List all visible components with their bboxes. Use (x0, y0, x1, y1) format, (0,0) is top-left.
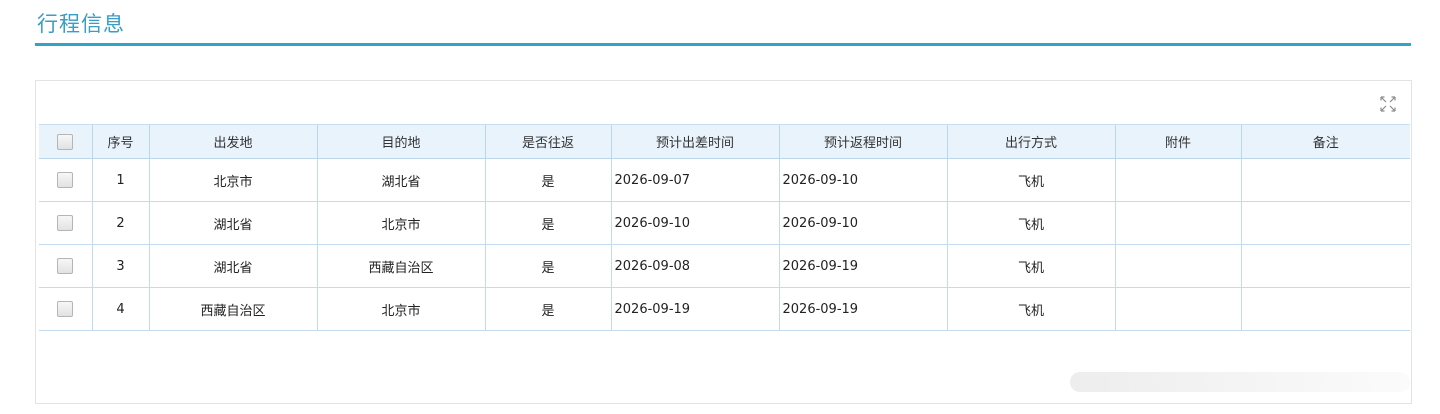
cell-to: 湖北省 (316, 158, 485, 202)
row-select-cell (39, 244, 92, 288)
cell-from: 西藏自治区 (148, 287, 317, 331)
cell-depart-date: 2026-09-08 (610, 244, 779, 288)
row-checkbox[interactable] (57, 258, 74, 274)
cell-return-date: 2026-09-10 (778, 158, 947, 202)
table-row[interactable]: 2 湖北省 北京市 是 2026-09-10 2026-09-10 飞机 (39, 201, 1410, 245)
select-all-cell (39, 124, 92, 159)
column-header[interactable]: 序号 (91, 124, 149, 159)
cell-round-trip: 是 (484, 158, 611, 202)
itinerary-page: 行程信息 序号 出发地 目的地 是否往返 预计出差时间 预计返程时间 出行方式 … (0, 0, 1440, 414)
cell-transport: 飞机 (946, 158, 1115, 202)
column-header[interactable]: 出发地 (148, 124, 317, 159)
cell-to: 北京市 (316, 287, 485, 331)
table-row[interactable]: 3 湖北省 西藏自治区 是 2026-09-08 2026-09-19 飞机 (39, 244, 1410, 288)
section-header: 行程信息 (35, 6, 1411, 46)
column-header[interactable]: 是否往返 (484, 124, 611, 159)
row-select-cell (39, 287, 92, 331)
cell-depart-date: 2026-09-10 (610, 201, 779, 245)
cell-remark (1240, 287, 1410, 331)
cell-attachment[interactable] (1114, 201, 1241, 245)
row-checkbox[interactable] (57, 172, 74, 188)
cell-index: 4 (91, 287, 149, 331)
cell-depart-date: 2026-09-19 (610, 287, 779, 331)
cell-round-trip: 是 (484, 287, 611, 331)
cell-index: 1 (91, 158, 149, 202)
column-header[interactable]: 附件 (1114, 124, 1241, 159)
cell-round-trip: 是 (484, 244, 611, 288)
expand-icon[interactable] (1379, 95, 1397, 113)
select-all-checkbox[interactable] (57, 133, 74, 150)
cell-transport: 飞机 (946, 287, 1115, 331)
table-row[interactable]: 1 北京市 湖北省 是 2026-09-07 2026-09-10 飞机 (39, 158, 1410, 202)
cell-from: 湖北省 (148, 244, 317, 288)
cell-return-date: 2026-09-19 (778, 287, 947, 331)
cell-round-trip: 是 (484, 201, 611, 245)
itinerary-table: 序号 出发地 目的地 是否往返 预计出差时间 预计返程时间 出行方式 附件 备注… (39, 124, 1410, 331)
column-header[interactable]: 目的地 (316, 124, 485, 159)
cell-return-date: 2026-09-19 (778, 244, 947, 288)
cell-remark (1240, 201, 1410, 245)
column-header[interactable]: 预计返程时间 (778, 124, 947, 159)
cell-to: 西藏自治区 (316, 244, 485, 288)
cell-remark (1240, 244, 1410, 288)
cell-from: 北京市 (148, 158, 317, 202)
row-select-cell (39, 158, 92, 202)
column-header[interactable]: 备注 (1240, 124, 1410, 159)
itinerary-panel: 序号 出发地 目的地 是否往返 预计出差时间 预计返程时间 出行方式 附件 备注… (35, 80, 1412, 404)
scroll-shadow (1070, 372, 1410, 392)
cell-depart-date: 2026-09-07 (610, 158, 779, 202)
table-header-row: 序号 出发地 目的地 是否往返 预计出差时间 预计返程时间 出行方式 附件 备注 (39, 124, 1410, 159)
cell-attachment[interactable] (1114, 158, 1241, 202)
cell-return-date: 2026-09-10 (778, 201, 947, 245)
cell-index: 3 (91, 244, 149, 288)
table-row[interactable]: 4 西藏自治区 北京市 是 2026-09-19 2026-09-19 飞机 (39, 287, 1410, 331)
row-checkbox[interactable] (57, 215, 74, 231)
cell-transport: 飞机 (946, 244, 1115, 288)
row-checkbox[interactable] (57, 301, 74, 317)
cell-attachment[interactable] (1114, 287, 1241, 331)
cell-from: 湖北省 (148, 201, 317, 245)
cell-to: 北京市 (316, 201, 485, 245)
row-select-cell (39, 201, 92, 245)
section-title: 行程信息 (37, 12, 125, 36)
cell-transport: 飞机 (946, 201, 1115, 245)
column-header[interactable]: 出行方式 (946, 124, 1115, 159)
cell-remark (1240, 158, 1410, 202)
cell-index: 2 (91, 201, 149, 245)
column-header[interactable]: 预计出差时间 (610, 124, 779, 159)
cell-attachment[interactable] (1114, 244, 1241, 288)
